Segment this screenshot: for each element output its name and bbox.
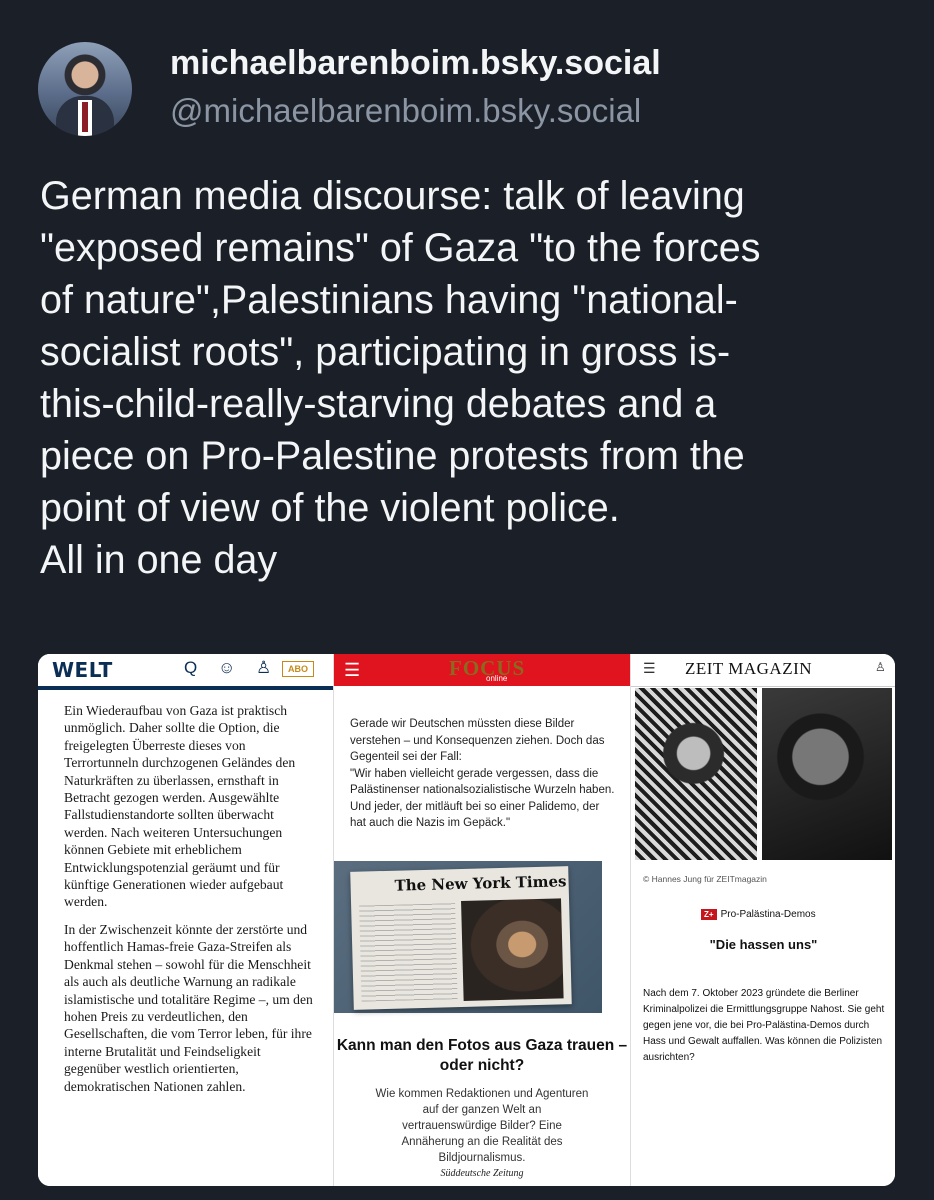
sz-source: Süddeutsche Zeitung	[440, 1168, 524, 1179]
welt-article-text: Ein Wiederaufbau von Gaza ist praktisch …	[64, 702, 314, 1105]
user-handle[interactable]: @michaelbarenboim.bsky.social	[170, 92, 641, 130]
search-accessibility-user-icons: Q ☺ ♙	[184, 658, 280, 677]
sz-subheadline: Wie kommen Redaktionen und Agenturen auf…	[375, 1088, 589, 1164]
abo-badge: ABO	[282, 661, 314, 677]
welt-paragraph-2: In der Zwischenzeit könnte der zerstörte…	[64, 921, 313, 1094]
avatar[interactable]	[38, 42, 132, 136]
sz-headline: Kann man den Fotos aus Gaza trauen – ode…	[336, 1037, 628, 1074]
focus-quote-text: Gerade wir Deutschen müssten diese Bilde…	[350, 718, 615, 829]
menu-icon: ☰	[344, 660, 361, 680]
post-header: michaelbarenboim.bsky.social @michaelbar…	[38, 38, 898, 138]
nyt-masthead: The New York Times	[394, 872, 567, 895]
focus-logo-sub: online	[486, 674, 508, 683]
display-name[interactable]: michaelbarenboim.bsky.social	[170, 44, 661, 83]
welt-logo: WELT	[52, 658, 113, 682]
zeit-magazin-logo: ZEIT MAGAZIN	[685, 659, 813, 678]
focus-article-panel: ☰ FOCUS online Gerade wir Deutschen müss…	[333, 654, 630, 1186]
zeit-article-panel: ☰ ZEIT MAGAZIN ♙ © Hannes Jung für ZEITm…	[630, 654, 895, 1186]
nyt-newspaper-photo: The New York Times	[334, 861, 602, 1013]
photo-credit: © Hannes Jung für ZEITmagazin	[643, 874, 767, 884]
post-text: German media discourse: talk of leaving …	[40, 174, 761, 582]
focus-header: ☰ FOCUS online	[334, 654, 630, 686]
welt-header: WELT Q ☺ ♙ ABO	[38, 654, 333, 690]
zeit-teaser: Nach dem 7. Oktober 2023 gründete die Be…	[643, 988, 885, 1063]
protester-photo	[635, 688, 757, 860]
mother-child-photo	[461, 898, 564, 1001]
attached-image-collage[interactable]: WELT Q ☺ ♙ ABO Ein Wiederaufbau von Gaza…	[38, 654, 895, 1186]
zplus-badge: Z+ Pro-Palästina-Demos	[701, 909, 816, 920]
zeit-header: ☰ ZEIT MAGAZIN ♙	[631, 654, 895, 687]
police-helmet-photo	[762, 688, 892, 860]
welt-paragraph-1: Ein Wiederaufbau von Gaza ist praktisch …	[64, 703, 296, 910]
menu-icon: ☰	[643, 660, 656, 676]
zeit-headline: "Die hassen uns"	[709, 937, 818, 952]
user-icon: ♙	[875, 660, 886, 674]
welt-article-panel: WELT Q ☺ ♙ ABO Ein Wiederaufbau von Gaza…	[38, 654, 333, 1186]
